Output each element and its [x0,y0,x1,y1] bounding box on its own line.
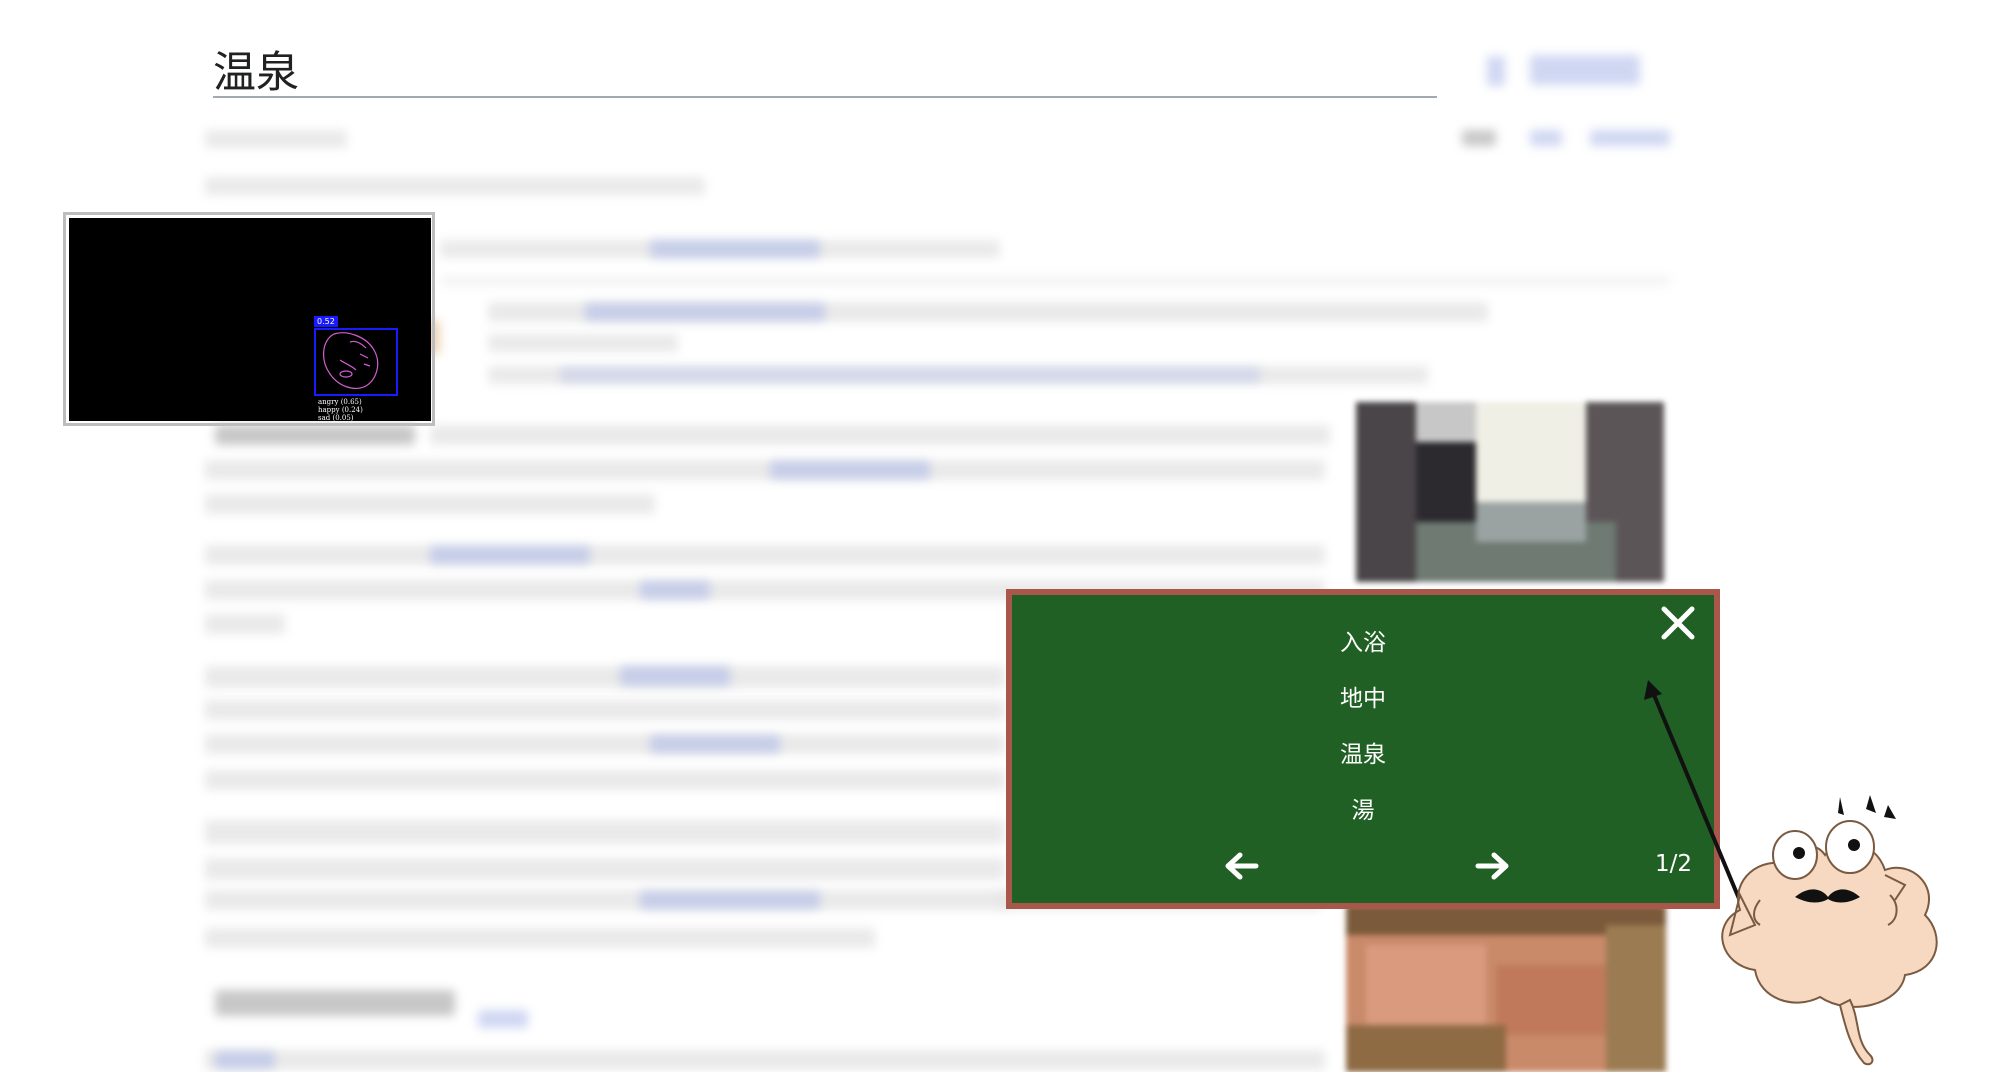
prev-page-button[interactable] [1222,849,1262,883]
face-bounding-box [314,328,398,396]
blurred-link[interactable] [430,546,590,564]
emotion-label: sad (0.05) [318,414,354,422]
blurred-text-line [205,820,1005,844]
image-detail [1356,402,1416,582]
brain-mascot-icon[interactable] [1700,785,1970,1072]
tool-link[interactable] [1530,130,1562,146]
blurred-link[interactable] [650,240,820,258]
title-divider [213,96,1437,98]
article-image[interactable] [1346,905,1666,1072]
tool-link[interactable] [1590,130,1670,146]
blurred-text-line [205,700,1005,720]
blurred-text-line [488,334,678,352]
image-detail [1476,502,1586,542]
page-indicator: 1/2 [1654,851,1692,877]
face-landmark-sketch [323,332,379,389]
blurred-text-line [205,858,1005,880]
emotion-label: angry (0.65) [318,398,362,406]
blurred-link[interactable] [215,1051,275,1069]
webcam-preview: 0.52 angry (0.65) happy (0.24) sad (0.05… [69,218,431,422]
blurred-text-line [205,177,705,195]
emotion-labels: angry (0.65) happy (0.24) sad (0.05) [318,398,363,422]
image-detail [1366,945,1486,1025]
blurred-text-line [215,990,455,1016]
blurred-text-line [205,545,1325,565]
blurred-link[interactable] [640,581,710,599]
blurred-link[interactable] [650,735,780,753]
arrow-left-icon [1225,852,1259,880]
vocab-word[interactable]: 温泉 [1012,735,1714,769]
language-link[interactable] [1530,55,1640,85]
tool-link[interactable] [1462,130,1496,146]
blurred-text-line [205,494,655,514]
blurred-text-line [205,890,1005,910]
blurred-text-line [215,425,415,445]
arrow-right-icon [1475,852,1509,880]
image-detail [1606,925,1666,1072]
image-detail [1476,402,1586,502]
blurred-link[interactable] [640,891,820,909]
blurred-text-line [205,614,285,634]
blurred-text-line [205,666,1005,688]
blurred-link[interactable] [770,461,930,479]
article-image[interactable] [1356,402,1664,582]
blurred-text-line [430,425,1330,445]
vocab-word[interactable]: 入浴 [1012,623,1714,657]
emotion-label: happy (0.24) [318,406,363,414]
blurred-text-line [205,460,1325,480]
vocab-chalkboard: 入浴 地中 温泉 湯 1/2 [1006,589,1720,909]
face-confidence-label: 0.52 [314,316,338,327]
vocab-word[interactable]: 湯 [1012,791,1714,825]
next-page-button[interactable] [1472,849,1512,883]
vocab-word[interactable]: 地中 [1012,679,1714,713]
blurred-link[interactable] [560,367,1260,383]
blurred-text-line [440,276,1670,286]
image-detail [1346,1025,1506,1072]
blurred-link[interactable] [478,1010,528,1028]
blurred-text-line [205,770,1005,790]
blurred-text-line [205,928,875,948]
blurred-text-line [205,734,1005,754]
language-link[interactable] [1487,56,1505,86]
blurred-text-line [205,130,347,148]
blurred-text-line [205,1050,1325,1070]
blurred-link[interactable] [620,666,730,686]
page-title: 温泉 [213,48,299,98]
blurred-link[interactable] [585,303,825,321]
